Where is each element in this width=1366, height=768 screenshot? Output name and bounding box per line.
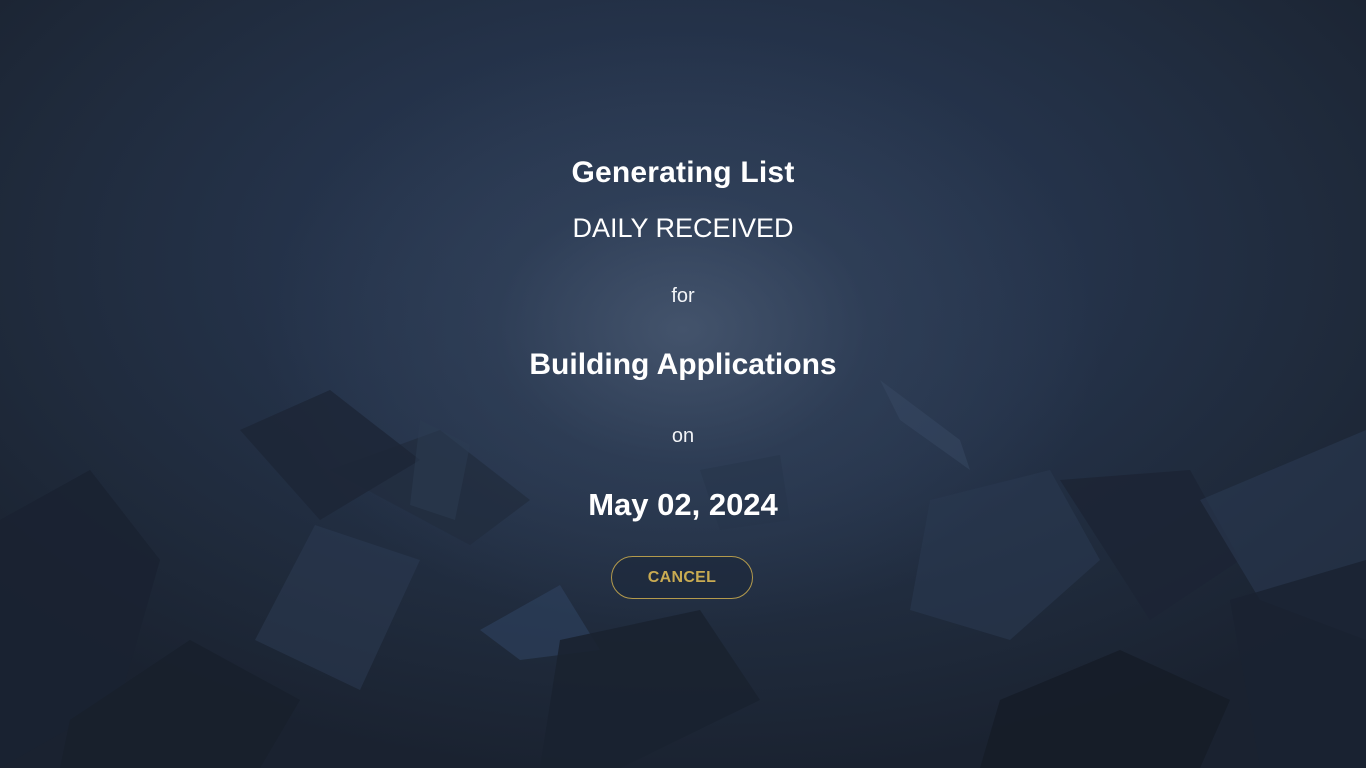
- for-label: for: [671, 285, 695, 307]
- generating-list-dialog: Generating List DAILY RECEIVED for Build…: [0, 0, 1366, 768]
- on-label: on: [671, 425, 695, 447]
- list-name: DAILY RECEIVED: [572, 213, 794, 243]
- report-date: May 02, 2024: [588, 487, 778, 522]
- dialog-title: Generating List: [571, 156, 795, 189]
- category-name: Building Applications: [529, 348, 837, 381]
- cancel-button[interactable]: CANCEL: [611, 556, 753, 599]
